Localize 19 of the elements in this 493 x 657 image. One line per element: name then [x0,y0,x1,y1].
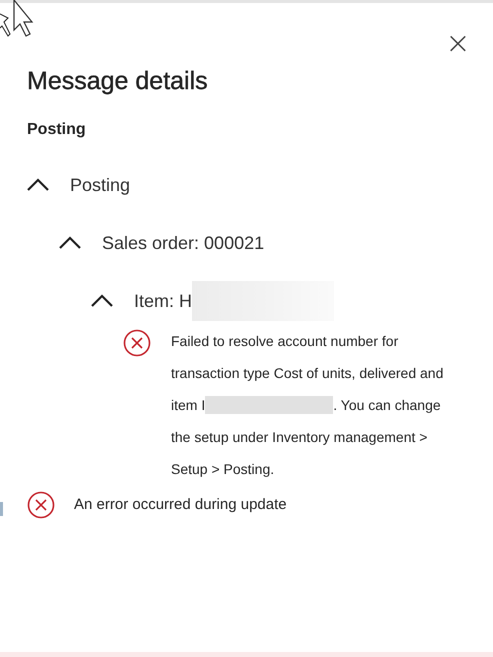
section-heading: Posting [27,121,87,140]
close-button[interactable]: × [445,27,471,61]
chevron-icon[interactable] [27,178,49,192]
message-text: item I [171,396,206,415]
message-text: Setup > Posting. [171,460,274,479]
edge-marker [0,502,3,516]
tree-item-label[interactable]: Sales order: 000021 [102,232,264,254]
tree-item-label[interactable]: Posting [70,174,130,196]
chevron-icon[interactable] [91,294,113,308]
message-text: the setup under Inventory management > [171,428,428,447]
chevron-icon[interactable] [59,236,81,250]
message-text: . You can change [333,396,441,415]
message-text: transaction type Cost of units, delivered and [171,364,444,383]
tree-item-label[interactable]: Item: H [134,290,192,312]
panel-title: Message details [27,67,209,97]
message-text: An error occurred during update [74,496,287,512]
error-icon [27,491,55,519]
message-text: Failed to resolve account number for [171,332,398,351]
error-icon [123,329,151,357]
